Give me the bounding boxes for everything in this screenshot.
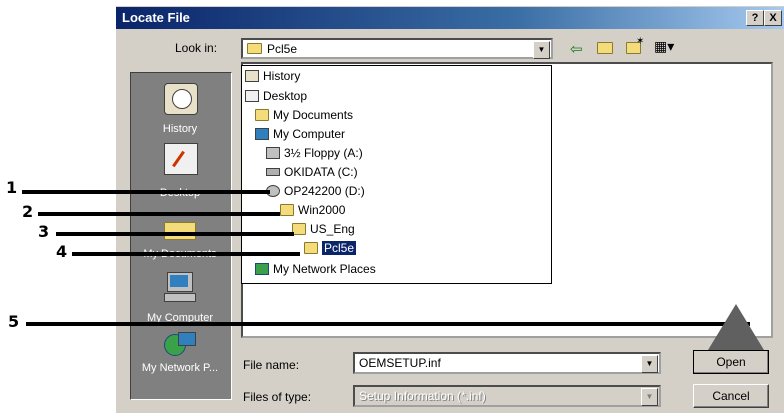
callout-line (72, 252, 300, 256)
close-button[interactable]: X (764, 10, 782, 26)
callout-line (38, 212, 280, 216)
files-of-type-label: Files of type: (243, 390, 312, 404)
floppy-icon (266, 147, 280, 159)
look-in-label: Look in: (175, 41, 218, 55)
dropdown-item-cd-drive[interactable]: OP242200 (D:) (266, 184, 365, 198)
files-of-type-select[interactable]: Setup Information (*.inf) ▼ (353, 385, 661, 407)
callout-number: 5 (8, 312, 20, 331)
title-bar (116, 7, 784, 29)
look-in-dropdown-arrow[interactable]: ▼ (533, 41, 550, 59)
my-documents-icon (255, 109, 269, 121)
help-button[interactable]: ? (746, 10, 764, 26)
dropdown-item-my-computer[interactable]: My Computer (255, 127, 345, 141)
look-in-combo[interactable]: Pcl5e ▼ (241, 38, 553, 59)
network-places-icon (255, 263, 269, 275)
places-item-my-documents[interactable]: My Documents (130, 210, 230, 270)
callout-number: 1 (6, 178, 18, 197)
file-name-dropdown-arrow[interactable]: ▼ (641, 355, 658, 373)
file-name-input[interactable]: OEMSETUP.inf ▼ (353, 352, 661, 374)
desktop-icon (164, 143, 198, 175)
up-folder-icon[interactable] (597, 40, 613, 54)
dropdown-item-us-eng[interactable]: US_Eng (292, 222, 355, 236)
my-computer-icon (164, 272, 196, 302)
dialog-title: Locate File (122, 10, 190, 25)
file-name-label: File name: (243, 358, 300, 372)
dropdown-item-network-places[interactable]: My Network Places (255, 262, 376, 276)
history-icon (164, 83, 198, 115)
new-folder-icon[interactable]: ✶ (626, 36, 644, 54)
history-icon (245, 70, 259, 82)
callout-line (56, 232, 294, 236)
places-label: History (162, 123, 198, 135)
places-item-desktop[interactable]: Desktop (130, 143, 230, 203)
desktop-icon (245, 90, 259, 102)
places-label: My Network P... (141, 362, 219, 374)
open-button[interactable]: Open (693, 350, 769, 374)
callout-number: 4 (56, 242, 68, 261)
view-menu-icon[interactable]: ▦▾ (654, 38, 674, 55)
my-computer-icon (255, 128, 269, 140)
back-icon[interactable]: ⇦ (570, 40, 583, 58)
files-of-type-dropdown-arrow[interactable]: ▼ (641, 388, 658, 406)
open-folder-icon (304, 242, 318, 254)
dropdown-item-pcl5e[interactable]: Pcl5e (304, 241, 357, 255)
open-folder-icon (247, 43, 262, 54)
callout-line (26, 322, 750, 326)
cancel-button[interactable]: Cancel (693, 384, 769, 408)
dropdown-item-floppy[interactable]: 3½ Floppy (A:) (266, 146, 363, 160)
hard-drive-icon (266, 168, 280, 176)
callout-number: 2 (22, 202, 34, 221)
dropdown-item-okidata[interactable]: OKIDATA (C:) (266, 165, 358, 179)
dropdown-item-my-documents[interactable]: My Documents (255, 108, 353, 122)
places-item-history[interactable]: History (130, 79, 230, 139)
network-places-icon (164, 332, 196, 362)
callout-line (22, 190, 270, 194)
dropdown-item-win2000[interactable]: Win2000 (280, 203, 345, 217)
folder-icon (280, 204, 294, 216)
places-item-my-computer[interactable]: My Computer (130, 270, 230, 330)
callout-number: 3 (38, 222, 50, 241)
callout-arrow-pointer (708, 304, 764, 350)
dropdown-item-desktop[interactable]: Desktop (245, 89, 307, 103)
places-item-network-places[interactable]: My Network P... (130, 332, 230, 394)
dropdown-item-history[interactable]: History (245, 69, 300, 83)
folder-icon (292, 223, 306, 235)
look-in-value: Pcl5e (267, 42, 298, 56)
